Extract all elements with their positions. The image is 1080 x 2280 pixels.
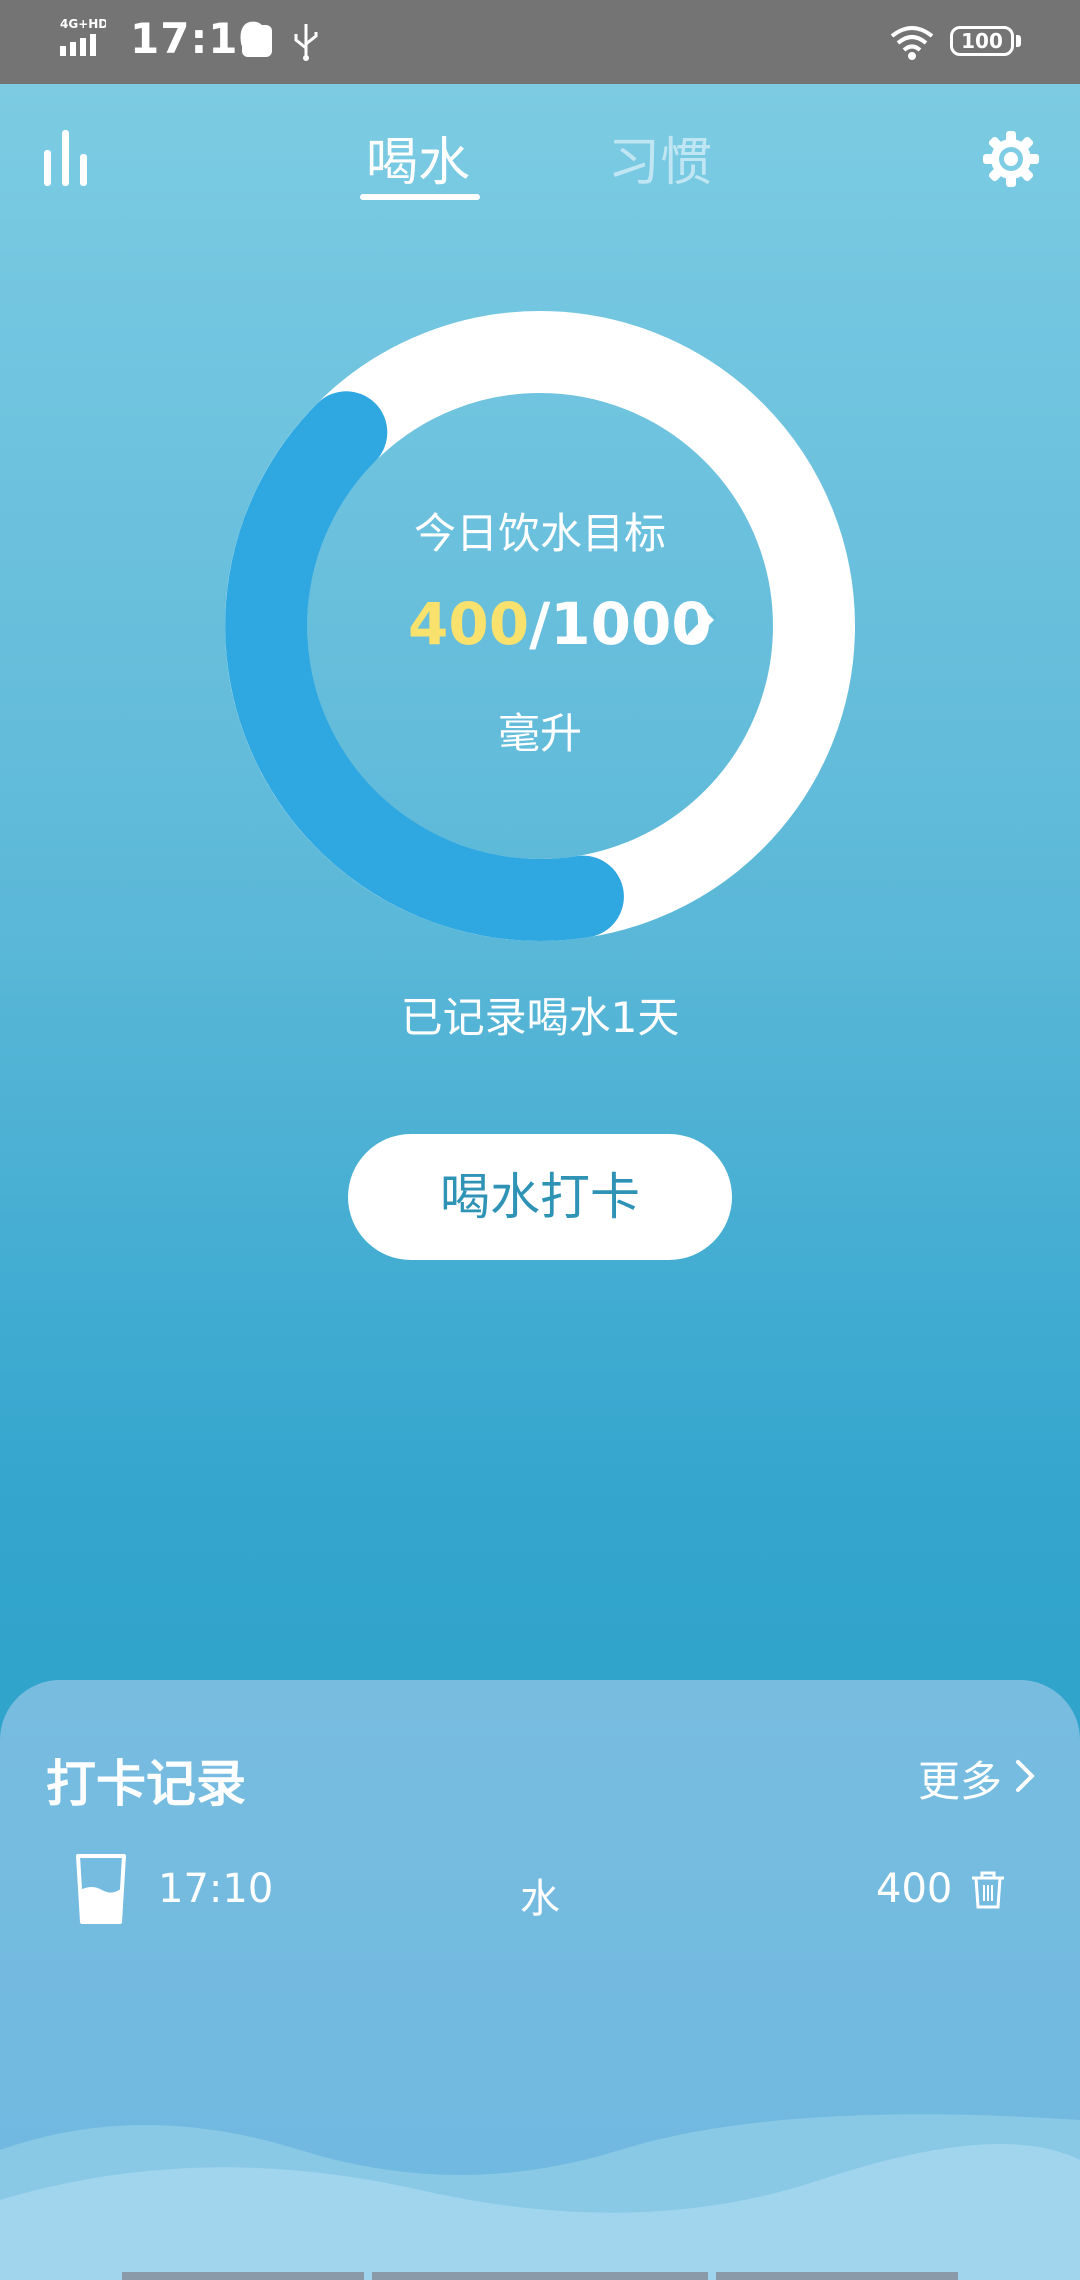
goal-separator: / [529,590,551,658]
chevron-right-icon[interactable] [1012,1758,1038,1794]
goal-current: 400 [408,590,530,658]
record-time: 17:10 [158,1866,274,1912]
record-amount: 400 [876,1866,953,1912]
goal-unit: 毫升 [497,709,582,758]
checkin-button[interactable]: 喝水打卡 [348,1134,732,1260]
water-cup-icon [76,1854,126,1924]
record-type: 水 [520,1876,560,1922]
nav-hint-center [372,2272,708,2280]
trash-icon[interactable] [970,1870,1006,1910]
nav-hint-left [122,2272,364,2280]
recorded-days-text: 已记录喝水1天 [400,993,680,1042]
goal-title: 今日饮水目标 [413,509,666,558]
records-title: 打卡记录 [46,1755,246,1813]
decorative-waves [0,2114,1080,2280]
records-card: 打卡记录 更多 17:10 水 400 [0,1680,1080,2280]
more-link[interactable]: 更多 [918,1748,1002,1809]
goal-value[interactable]: 400/1000 [408,590,712,658]
nav-hint-right [716,2272,958,2280]
pencil-icon[interactable] [680,608,720,648]
